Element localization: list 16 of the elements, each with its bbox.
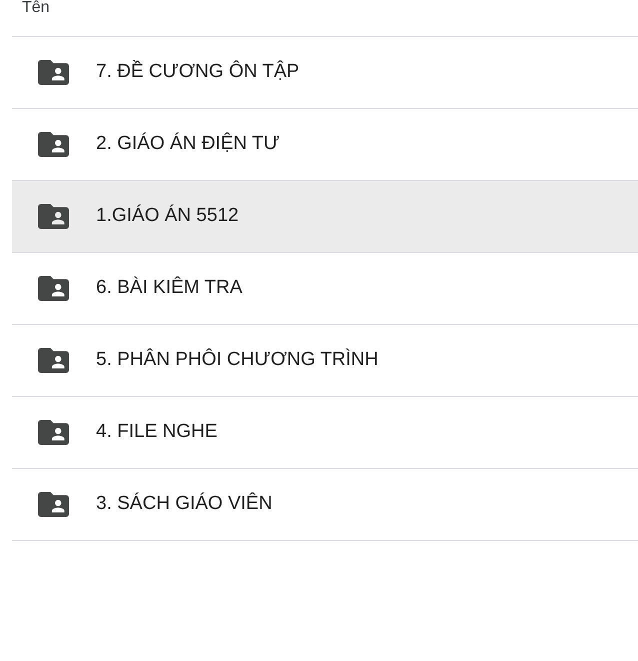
folder-name: 4. FILE NGHE <box>96 420 218 444</box>
folder-name: 7. ĐỀ CƯƠNG ÔN TẬP <box>96 59 300 84</box>
column-header[interactable]: Tên <box>22 0 50 16</box>
shared-folder-icon <box>38 492 69 517</box>
shared-folder-icon <box>38 132 69 157</box>
folder-name: 2. GIÁO ÁN ĐIỆN TƯ <box>96 131 280 156</box>
folder-row[interactable]: 1.GIÁO ÁN 5512 <box>12 181 638 253</box>
shared-folder-icon <box>38 204 69 229</box>
shared-folder-icon <box>38 348 69 373</box>
shared-folder-icon <box>38 420 69 445</box>
folder-name: 1.GIÁO ÁN 5512 <box>96 204 239 228</box>
shared-folder-icon <box>38 276 69 301</box>
folder-name: 6. BÀI KIÊM TRA <box>96 275 242 300</box>
folder-name: 5. PHÂN PHÔI CHƯƠNG TRÌNH <box>96 347 378 372</box>
folder-name: 3. SÁCH GIÁO VIÊN <box>96 491 272 516</box>
shared-folder-icon <box>38 60 69 85</box>
